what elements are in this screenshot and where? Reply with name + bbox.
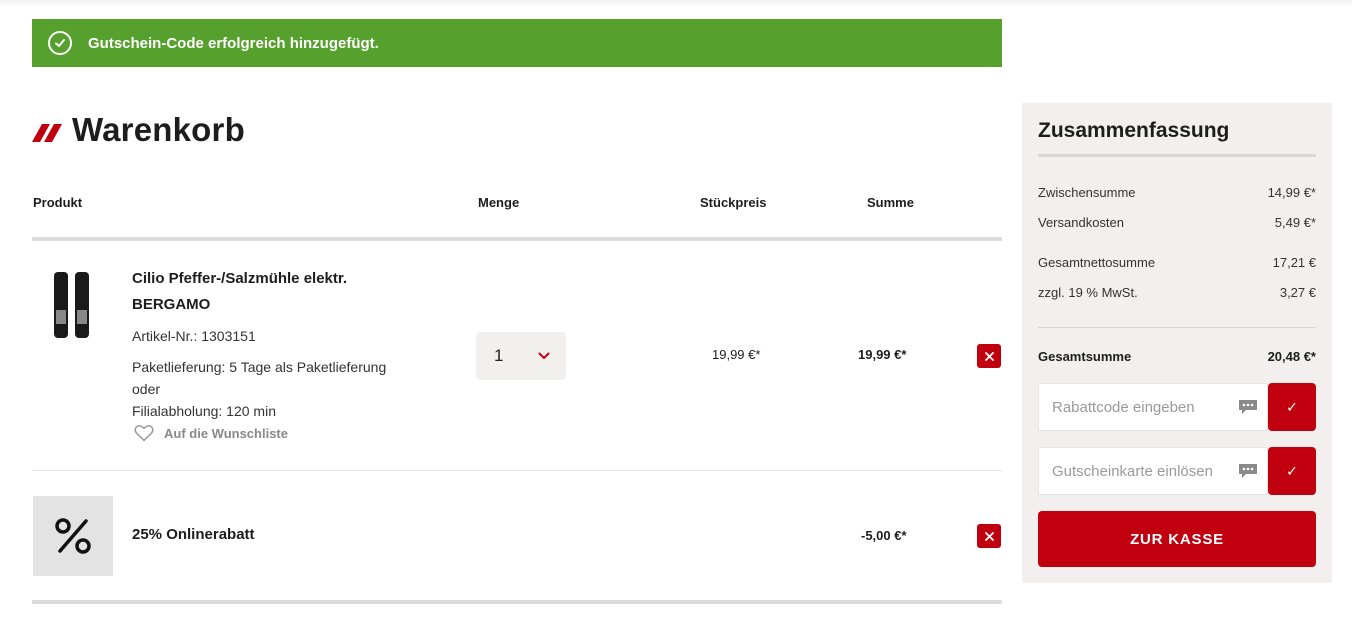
summary-value: 17,21 € (1272, 255, 1316, 270)
summary-row-vat: zzgl. 19 % MwSt. 3,27 € (1038, 285, 1316, 300)
summary-row-shipping: Versandkosten 5,49 €* (1038, 215, 1316, 230)
summary-row-total: Gesamtsumme 20,48 €* (1038, 349, 1316, 364)
page-title: Warenkorb (72, 111, 245, 148)
pickup-text: Filialabholung: 120 min (132, 403, 276, 419)
discount-label: 25% Onlinerabatt (132, 526, 255, 543)
page-title-wrap: Warenkorb (32, 108, 245, 152)
coupon-input[interactable] (1052, 398, 1232, 416)
close-icon (984, 531, 994, 541)
total-value: 20,48 €* (1267, 349, 1316, 364)
summary-value: 3,27 € (1279, 285, 1316, 300)
check-circle-icon (48, 31, 72, 55)
summary-value: 5,49 €* (1274, 215, 1316, 230)
wishlist-label: Auf die Wunschliste (164, 425, 288, 441)
checkout-button[interactable]: ZUR KASSE (1038, 511, 1316, 567)
success-message: Gutschein-Code erfolgreich hinzugefügt. (88, 34, 379, 52)
coupon-field (1038, 383, 1268, 431)
product-delivery-info: Paketlieferung: 5 Tage als Paketlieferun… (132, 356, 402, 422)
unit-price: 19,99 €* (712, 347, 761, 362)
summary-label: Versandkosten (1038, 215, 1125, 230)
summary-label: zzgl. 19 % MwSt. (1038, 285, 1138, 300)
total-label: Gesamtsumme (1038, 349, 1132, 364)
line-sum: 19,99 €* (858, 347, 907, 362)
column-header-product: Produkt (33, 195, 83, 210)
quantity-select[interactable]: 1 (476, 332, 566, 380)
footer-divider (32, 600, 1002, 604)
product-image[interactable] (32, 262, 114, 344)
summary-divider (1038, 327, 1316, 328)
summary-label: Gesamtnettosumme (1038, 255, 1156, 270)
wishlist-button[interactable]: Auf die Wunschliste (134, 424, 288, 442)
heart-icon (134, 425, 154, 442)
discount-sum: -5,00 €* (861, 528, 907, 543)
brand-stripes-icon (32, 124, 62, 142)
percent-icon (55, 518, 91, 554)
close-icon (984, 351, 994, 361)
chat-bubble-icon (1239, 464, 1257, 478)
remove-item-button[interactable] (977, 344, 1001, 368)
summary-title: Zusammenfassung (1038, 119, 1230, 142)
success-banner: Gutschein-Code erfolgreich hinzugefügt. (32, 19, 1002, 67)
column-header-quantity: Menge (478, 195, 520, 210)
summary-row-net: Gesamtnettosumme 17,21 € (1038, 255, 1316, 270)
column-header-unit-price: Stückpreis (700, 195, 767, 210)
row-divider (32, 470, 1002, 471)
summary-label: Zwischensumme (1038, 185, 1136, 200)
chevron-down-icon (538, 352, 550, 359)
summary-row-subtotal: Zwischensumme 14,99 €* (1038, 185, 1316, 200)
remove-discount-button[interactable] (977, 524, 1001, 548)
giftcard-input[interactable] (1052, 462, 1232, 480)
giftcard-field (1038, 447, 1268, 495)
discount-image (33, 496, 113, 576)
apply-giftcard-button[interactable]: ✓ (1268, 447, 1316, 495)
top-shadow (0, 0, 1352, 8)
column-header-sum: Summe (867, 195, 914, 210)
product-name[interactable]: Cilio Pfeffer-/Salzmühle elektr. BERGAMO (132, 266, 402, 318)
quantity-value: 1 (494, 346, 504, 365)
order-summary: Zusammenfassung Zwischensumme 14,99 €* V… (1022, 103, 1332, 583)
apply-coupon-button[interactable]: ✓ (1268, 383, 1316, 431)
chat-bubble-icon (1239, 400, 1257, 414)
summary-title-rule (1038, 154, 1316, 157)
product-article-number: Artikel-Nr.: 1303151 (132, 328, 256, 344)
summary-value: 14,99 €* (1267, 185, 1316, 200)
delivery-text: Paketlieferung: 5 Tage als Paketlieferun… (132, 359, 387, 397)
header-divider (32, 237, 1002, 241)
